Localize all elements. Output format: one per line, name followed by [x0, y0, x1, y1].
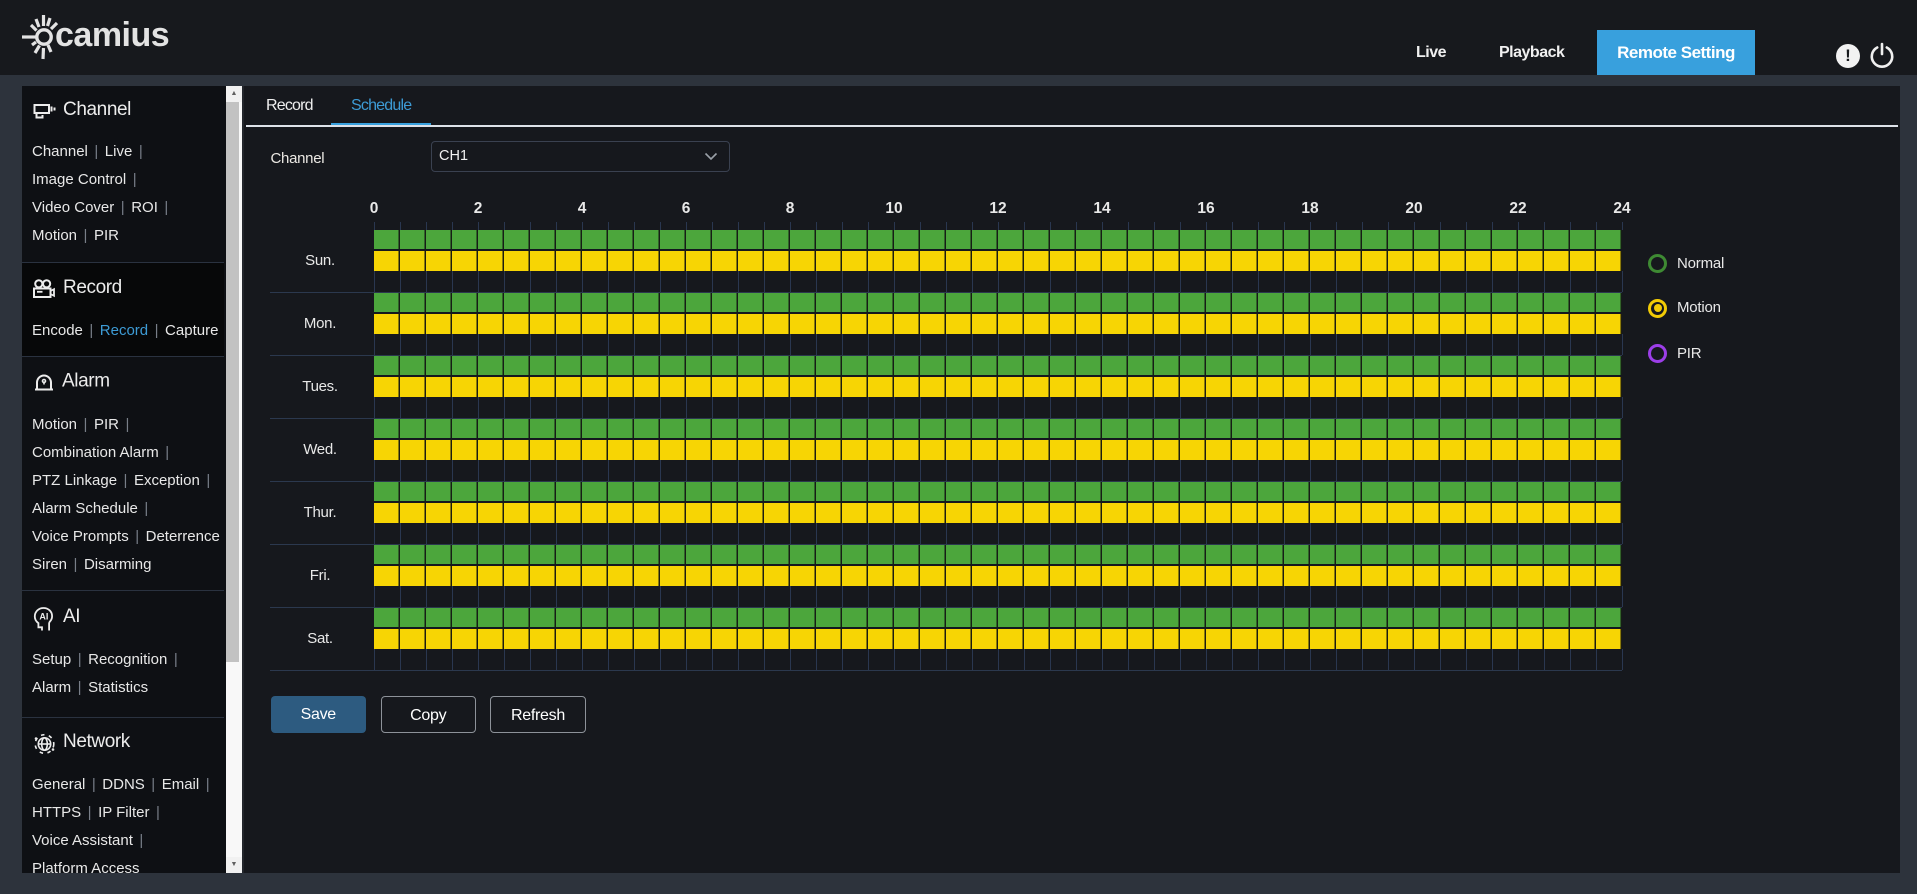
svg-text:AI: AI	[39, 611, 48, 621]
